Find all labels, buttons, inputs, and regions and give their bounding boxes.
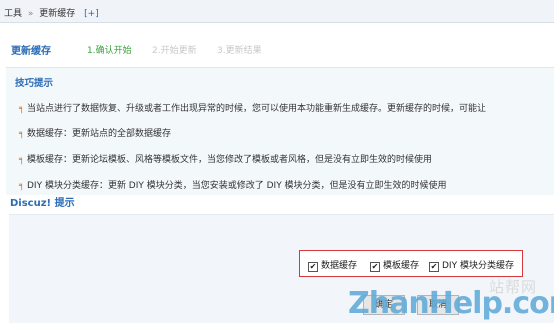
data-cache-option[interactable]: ✔ 数据缓存 (308, 258, 358, 272)
bullet-icon: ╕ (19, 104, 25, 114)
diy-cache-checkbox[interactable]: ✔ (429, 262, 439, 272)
breadcrumb: 工具 » 更新缓存 [+] (4, 6, 99, 19)
template-cache-label: 模板缓存 (383, 261, 420, 271)
tips-panel: 技巧提示 ╕ 当站点进行了数据恢复、升级或者工作出现异常的时候，您可以使用本功能重… (6, 67, 554, 195)
bullet-icon: ╕ (19, 129, 25, 139)
breadcrumb-separator: » (27, 9, 34, 19)
tip-text: 当站点进行了数据恢复、升级或者工作出现异常的时候，您可以使用本功能重新生成缓存。… (27, 104, 487, 114)
bullet-icon: ╕ (19, 181, 25, 191)
add-shortcut-link[interactable]: [+] (84, 9, 99, 19)
discuz-notice-title: Discuz! 提示 (10, 198, 75, 209)
step-update-result: 3.更新结果 (217, 46, 262, 56)
cache-options-group: ✔ 数据缓存 ✔ 模板缓存 ✔ DIY 模块分类缓存 (299, 250, 523, 277)
data-cache-label: 数据缓存 (321, 261, 358, 271)
tip-item: ╕ 当站点进行了数据恢复、升级或者工作出现异常的时候，您可以使用本功能重新生成缓存… (19, 101, 486, 114)
tips-title: 技巧提示 (15, 78, 54, 89)
diy-cache-label: DIY 模块分类缓存 (442, 261, 514, 271)
diy-cache-option[interactable]: ✔ DIY 模块分类缓存 (429, 258, 514, 272)
page-title: 更新缓存 (11, 46, 51, 57)
bullet-icon: ╕ (19, 155, 25, 165)
tip-text: 模板缓存：更新论坛模板、风格等模板文件，当您修改了模板或者风格，但是没有立即生效… (27, 155, 433, 165)
watermark-logo: ZhanHelp.com (348, 286, 554, 321)
step-confirm-start: 1.确认开始 (87, 46, 132, 56)
tip-text: 数据缓存：更新站点的全部数据缓存 (27, 129, 172, 139)
top-bar: 工具 » 更新缓存 [+] (0, 0, 554, 23)
template-cache-option[interactable]: ✔ 模板缓存 (370, 258, 420, 272)
step-start-update: 2.开始更新 (152, 46, 197, 56)
breadcrumb-current: 更新缓存 (39, 9, 76, 19)
tip-text: DIY 模块分类缓存：更新 DIY 模块分类，当您安装或修改了 DIY 模块分类… (27, 181, 447, 191)
breadcrumb-root[interactable]: 工具 (4, 9, 22, 19)
tip-item: ╕ DIY 模块分类缓存：更新 DIY 模块分类，当您安装或修改了 DIY 模块分… (19, 178, 447, 191)
tip-item: ╕ 模板缓存：更新论坛模板、风格等模板文件，当您修改了模板或者风格，但是没有立即生… (19, 152, 432, 165)
template-cache-checkbox[interactable]: ✔ (370, 262, 380, 272)
data-cache-checkbox[interactable]: ✔ (308, 262, 318, 272)
tip-item: ╕ 数据缓存：更新站点的全部数据缓存 (19, 126, 171, 139)
